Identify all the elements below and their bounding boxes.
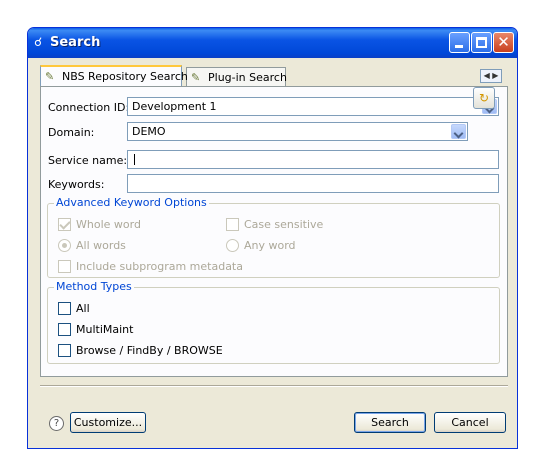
text-caret	[134, 154, 135, 165]
refresh-domain-button[interactable]: ↻	[473, 87, 495, 109]
include-subprogram-checkbox[interactable]	[58, 260, 71, 273]
all-label: All	[76, 302, 90, 315]
close-icon: ✕	[497, 33, 510, 51]
keywords-input[interactable]	[127, 174, 499, 193]
service-name-label: Service name:	[48, 154, 128, 167]
include-subprogram-label: Include subprogram metadata	[76, 260, 243, 273]
search-window-icon: ☌	[34, 35, 43, 49]
connection-id-label: Connection ID:	[48, 101, 130, 114]
method-types-title: Method Types	[54, 280, 134, 293]
case-sensitive-label: Case sensitive	[244, 218, 324, 231]
tab-label: NBS Repository Search	[62, 70, 188, 83]
tab-nbs-repository-search[interactable]: ✎ NBS Repository Search	[40, 65, 188, 86]
search-button[interactable]: Search	[354, 412, 426, 433]
advanced-keyword-options-title: Advanced Keyword Options	[54, 196, 209, 209]
multimaint-label: MultiMaint	[76, 323, 134, 336]
customize-button[interactable]: Customize...	[70, 412, 146, 433]
tab-strip: ✎ NBS Repository Search ✎ Plug-in Search ◀…	[40, 65, 508, 86]
search-dialog: ☌ Search ✕ ✎ NBS Repository Search ✎ Plug-…	[27, 27, 518, 449]
minimize-button[interactable]	[449, 32, 470, 53]
chevron-down-icon[interactable]	[451, 124, 466, 139]
footer-separator	[40, 385, 508, 387]
whole-word-label: Whole word	[76, 218, 141, 231]
cancel-button[interactable]: Cancel	[434, 412, 506, 433]
plugin-search-icon: ✎	[191, 71, 201, 84]
service-name-input[interactable]	[127, 150, 499, 169]
window-title: Search	[50, 35, 101, 50]
tab-label: Plug-in Search	[208, 71, 287, 84]
case-sensitive-checkbox[interactable]	[226, 218, 239, 231]
all-checkbox[interactable]	[58, 302, 71, 315]
whole-word-checkbox[interactable]	[58, 218, 71, 231]
any-word-radio[interactable]	[226, 239, 239, 252]
domain-combo[interactable]: DEMO	[127, 122, 468, 141]
maximize-icon	[476, 37, 487, 48]
advanced-keyword-options-group: Advanced Keyword Options Whole word Case…	[47, 196, 500, 278]
connection-id-combo[interactable]: Development 1	[127, 97, 499, 116]
domain-label: Domain:	[48, 126, 95, 139]
maximize-button[interactable]	[471, 32, 492, 53]
minimize-icon	[455, 45, 463, 48]
all-words-radio[interactable]	[58, 239, 71, 252]
any-word-label: Any word	[244, 239, 296, 252]
multimaint-checkbox[interactable]	[58, 323, 71, 336]
tab-plugin-search[interactable]: ✎ Plug-in Search	[186, 67, 287, 86]
browse-findby-checkbox[interactable]	[58, 344, 71, 357]
browse-findby-label: Browse / FindBy / BROWSE	[76, 344, 223, 357]
title-bar[interactable]: ☌ Search ✕	[28, 28, 517, 58]
close-button[interactable]: ✕	[493, 32, 514, 53]
tab-scroll-arrows[interactable]: ◀ ▶	[480, 69, 502, 83]
method-types-group: Method Types All MultiMaint Browse / Fin…	[47, 280, 500, 364]
help-icon[interactable]: ?	[49, 416, 64, 431]
keywords-label: Keywords:	[48, 178, 105, 191]
domain-value: DEMO	[132, 125, 166, 138]
all-words-label: All words	[76, 239, 126, 252]
tab-content-panel: Connection ID: Development 1 Domain: DEM…	[40, 86, 508, 377]
repository-search-icon: ✎	[45, 70, 55, 83]
connection-id-value: Development 1	[132, 100, 217, 113]
refresh-icon: ↻	[478, 91, 490, 105]
